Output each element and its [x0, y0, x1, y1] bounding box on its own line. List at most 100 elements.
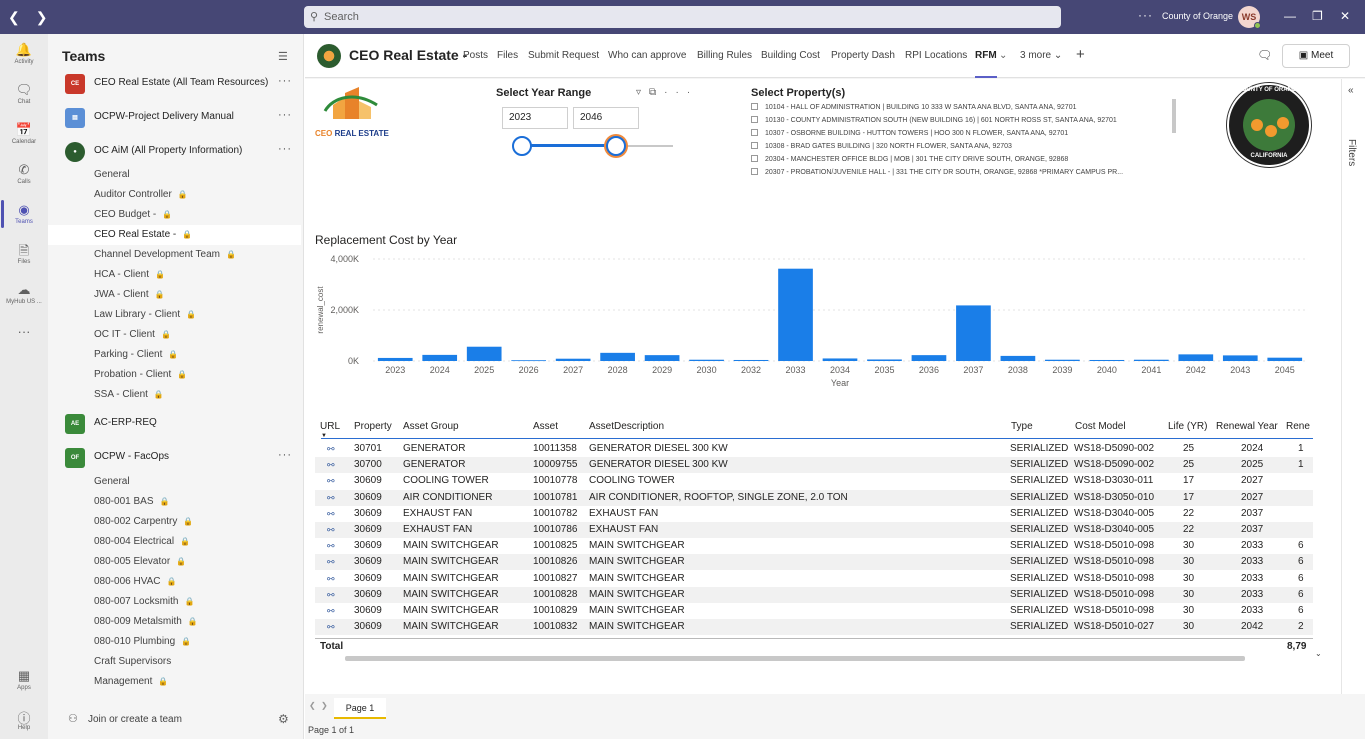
scroll-down-icon[interactable]: ⌄ — [1315, 649, 1322, 658]
link-icon[interactable]: ⚯ — [327, 441, 335, 457]
channel-jwa[interactable]: JWA - Client 🔒 — [48, 285, 301, 305]
prev-page-icon[interactable]: ❮ — [309, 701, 316, 710]
property-option[interactable]: 10308 - BRAD GATES BUILDING | 320 NORTH … — [751, 140, 1177, 153]
channel-dev-team[interactable]: Channel Development Team 🔒 — [48, 245, 301, 265]
more-options-icon[interactable]: ··· — [664, 87, 698, 98]
channel-probation[interactable]: Probation - Client 🔒 — [48, 365, 301, 385]
table-row[interactable]: ⚯ 30609 MAIN SWITCHGEAR 10010828 MAIN SWITCH… — [315, 586, 1313, 603]
rail-apps[interactable]: ▦ Apps — [0, 668, 48, 691]
checkbox[interactable] — [751, 142, 758, 149]
link-icon[interactable]: ⚯ — [327, 457, 335, 473]
tab-billing-rules[interactable]: Billing Rules — [697, 50, 752, 61]
link-icon[interactable]: ⚯ — [327, 603, 335, 619]
rail-help[interactable]: ⓘ Help — [0, 708, 48, 731]
team-ocpw-pdm[interactable]: ▤ OCPW-Project Delivery Manual ··· — [48, 105, 304, 131]
link-icon[interactable]: ⚯ — [327, 554, 335, 570]
tab-rfm[interactable]: RFM — [975, 50, 997, 78]
link-icon[interactable]: ⚯ — [327, 506, 335, 522]
channel-metalsmith[interactable]: 080-009 Metalsmith 🔒 — [48, 612, 301, 632]
tab-rpi-locations[interactable]: RPI Locations — [905, 50, 967, 61]
search-input[interactable]: ⚲ Search — [304, 6, 1061, 28]
year-from-input[interactable]: 2023 — [502, 107, 568, 129]
table-row[interactable]: ⚯ 30609 MAIN SWITCHGEAR 10010829 MAIN SWITCH… — [315, 603, 1313, 619]
channel-oc-it[interactable]: OC IT - Client 🔒 — [48, 325, 301, 345]
channel-auditor-controller[interactable]: Auditor Controller 🔒 — [48, 185, 301, 205]
channel-elevator[interactable]: 080-005 Elevator 🔒 — [48, 552, 301, 572]
col-header-cost-model[interactable]: Cost Model — [1075, 421, 1126, 432]
link-icon[interactable]: ⚯ — [327, 619, 335, 635]
table-row[interactable]: ⚯ 30609 COOLING TOWER 10010778 COOLING TOWER… — [315, 473, 1313, 489]
year-slider-start-handle[interactable] — [512, 136, 532, 156]
link-icon[interactable]: ⚯ — [327, 571, 335, 587]
table-row[interactable]: ⚯ 30609 MAIN SWITCHGEAR 10010827 MAIN SWITCH… — [315, 571, 1313, 587]
tab-who-can-approve[interactable]: Who can approve — [608, 50, 686, 61]
focus-mode-icon[interactable]: ⧉ — [649, 87, 664, 98]
team-ac-erp-req[interactable]: AE AC-ERP-REQ — [48, 411, 304, 437]
tab-building-cost[interactable]: Building Cost — [761, 50, 820, 61]
join-team-icon[interactable]: ⚇ — [68, 712, 78, 725]
table-row[interactable]: ⚯ 30609 EXHAUST FAN 10010786 EXHAUST FAN SERI… — [315, 522, 1313, 538]
channel-locksmith[interactable]: 080-007 Locksmith 🔒 — [48, 592, 301, 612]
rail-activity[interactable]: 🔔 Activity — [0, 42, 48, 65]
tab-posts[interactable]: Posts — [463, 50, 488, 61]
rail-myhub[interactable]: ☁ MyHub US ... — [0, 282, 48, 305]
tab-rfm-chevron-down-icon[interactable]: ⌄ — [999, 50, 1007, 61]
link-icon[interactable]: ⚯ — [327, 587, 335, 603]
checkbox[interactable] — [751, 155, 758, 162]
table-row[interactable]: ⚯ 30701 GENERATOR 10011358 GENERATOR DIESEL … — [315, 441, 1313, 457]
settings-gear-icon[interactable]: ⚙ — [278, 712, 289, 726]
channel-hvac[interactable]: 080-006 HVAC 🔒 — [48, 572, 301, 592]
more-icon[interactable]: ··· — [278, 75, 292, 87]
filters-pane[interactable]: « Filters — [1341, 79, 1365, 694]
table-row[interactable]: ⚯ 30609 EXHAUST FAN 10010782 EXHAUST FAN SERI… — [315, 506, 1313, 522]
link-icon[interactable]: ⚯ — [327, 538, 335, 554]
property-option[interactable]: 20304 - MANCHESTER OFFICE BLDG | MOB | 3… — [751, 153, 1177, 166]
join-team-link[interactable]: Join or create a team — [88, 714, 182, 725]
org-name[interactable]: County of Orange — [1162, 11, 1233, 21]
col-header-asset[interactable]: Asset — [533, 421, 558, 432]
tab-submit-request[interactable]: Submit Request — [528, 50, 599, 61]
property-option[interactable]: 10104 - HALL OF ADMINISTRATION | BUILDIN… — [751, 101, 1177, 114]
col-header-asset-group[interactable]: Asset Group — [403, 421, 459, 432]
channel-parking[interactable]: Parking - Client 🔒 — [48, 345, 301, 365]
table-row[interactable]: ⚯ 30609 AIR CONDITIONER 10010781 AIR CONDITI… — [315, 489, 1313, 506]
page-tab-1[interactable]: Page 1 — [334, 698, 386, 719]
checkbox[interactable] — [751, 103, 758, 110]
property-option[interactable]: 10130 - COUNTY ADMINISTRATION SOUTH (NEW… — [751, 114, 1177, 127]
property-option[interactable]: 20307 - PROBATION/JUVENILE HALL - | 331 … — [751, 166, 1177, 179]
maximize-icon[interactable]: ❐ — [1312, 9, 1323, 23]
rail-more[interactable]: ··· — [0, 324, 48, 340]
channel-ceo-budget[interactable]: CEO Budget - 🔒 — [48, 205, 301, 225]
property-scrollbar[interactable] — [1172, 99, 1176, 133]
channel-carpentry[interactable]: 080-002 Carpentry 🔒 — [48, 512, 301, 532]
close-icon[interactable]: ✕ — [1340, 9, 1350, 23]
table-row[interactable]: ⚯ 30609 MAIN SWITCHGEAR 10010825 MAIN SWITCH… — [315, 538, 1313, 554]
col-header-type[interactable]: Type — [1011, 421, 1033, 432]
col-header-property[interactable]: Property — [354, 421, 392, 432]
tab-more[interactable]: 3 more ⌄ — [1020, 50, 1062, 61]
channel-craft-supervisors[interactable]: Craft Supervisors — [48, 652, 301, 672]
more-icon[interactable]: ··· — [278, 109, 292, 121]
col-header-renewal-cost[interactable]: Rene — [1286, 421, 1310, 432]
channel-ceo-real-estate[interactable]: CEO Real Estate - 🔒 — [48, 225, 301, 245]
rail-files[interactable]: 🗎 Files — [0, 242, 48, 265]
more-icon[interactable]: ··· — [278, 143, 292, 155]
year-to-input[interactable]: 2046 — [573, 107, 639, 129]
expand-filters-icon[interactable]: « — [1348, 85, 1354, 96]
minimize-icon[interactable]: — — [1284, 9, 1296, 23]
filter-icon[interactable]: ▿ — [636, 87, 649, 98]
meet-button[interactable]: ▣ Meet — [1282, 44, 1350, 68]
conversation-icon[interactable]: 🗨 — [1257, 48, 1272, 62]
rail-calendar[interactable]: 📅 Calendar — [0, 122, 48, 145]
tab-files[interactable]: Files — [497, 50, 518, 61]
forward-arrow-icon[interactable]: ❯ — [36, 9, 48, 26]
rail-chat[interactable]: 🗨 Chat — [0, 82, 48, 105]
checkbox[interactable] — [751, 168, 758, 175]
back-arrow-icon[interactable]: ❮ — [8, 9, 20, 26]
add-tab-icon[interactable]: + — [1076, 46, 1085, 63]
channel-management[interactable]: Management 🔒 — [48, 672, 301, 692]
col-header-life[interactable]: Life (YR) — [1168, 421, 1207, 432]
avatar[interactable]: WS — [1238, 6, 1261, 29]
channel-general[interactable]: General — [48, 165, 301, 185]
channel-hca[interactable]: HCA - Client 🔒 — [48, 265, 301, 285]
